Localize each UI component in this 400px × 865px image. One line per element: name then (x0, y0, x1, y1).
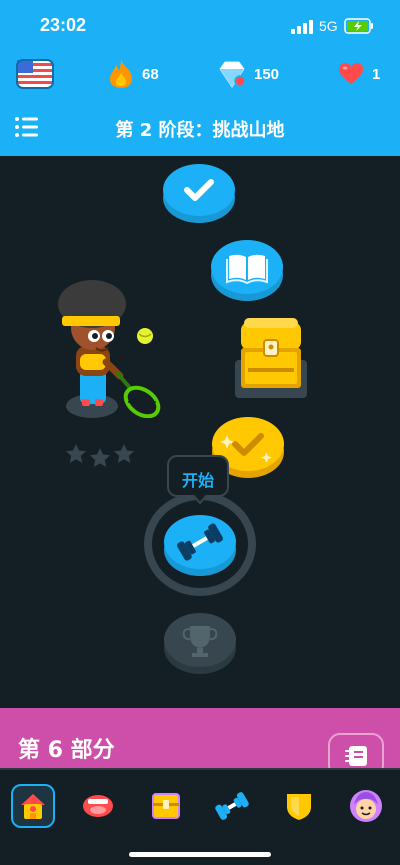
chest-icon (152, 793, 180, 819)
start-tooltip[interactable]: 开始 (167, 455, 229, 504)
hearts-counter[interactable]: 1 (338, 54, 380, 94)
learning-path (0, 156, 400, 708)
current-practice-node[interactable] (144, 492, 256, 596)
start-tooltip-label: 开始 (181, 471, 214, 490)
completed-lesson-node[interactable] (162, 160, 236, 224)
us-flag-course-icon[interactable] (16, 59, 54, 89)
shield-icon (287, 794, 311, 820)
gem-icon (219, 61, 246, 88)
heart-icon (339, 63, 363, 84)
nav-tab-profile[interactable] (344, 784, 388, 828)
profile-avatar-icon (350, 790, 382, 822)
streak-counter[interactable]: 68 (108, 54, 159, 94)
top-header: 23:02 5G 68 150 1 第 2 阶段：挑战山地 (0, 0, 400, 156)
nav-tab-treasure[interactable] (144, 784, 188, 828)
nav-tab-speaking[interactable] (76, 784, 120, 828)
story-node[interactable] (210, 236, 284, 302)
network-type: 5G (319, 18, 338, 34)
battery-charging-icon (344, 18, 373, 34)
treasure-chest-node[interactable] (234, 314, 308, 400)
mouth-icon (83, 795, 113, 817)
status-bar: 23:02 5G (0, 0, 400, 50)
streak-flame-icon (110, 60, 132, 88)
star-rating-icon (66, 444, 134, 467)
nav-tab-leagues[interactable] (277, 784, 321, 828)
unit-title: 第 2 阶段：挑战山地 (115, 120, 285, 141)
status-time: 23:02 (40, 15, 87, 35)
unit-trophy-node[interactable] (162, 606, 238, 676)
character-stars (64, 442, 136, 467)
stats-bar: 68 150 1 (0, 54, 400, 94)
chest-icon (241, 318, 301, 388)
gems-counter[interactable]: 150 (218, 54, 279, 94)
gems-count: 150 (254, 65, 280, 83)
bottom-nav (0, 768, 400, 865)
nav-tab-home[interactable] (11, 784, 55, 828)
notebook-icon (345, 746, 367, 766)
nav-tab-practice[interactable] (210, 784, 254, 828)
home-icon (21, 794, 45, 819)
unit-header: 第 2 阶段：挑战山地 (0, 102, 400, 152)
home-indicator (129, 852, 271, 857)
streak-count: 68 (142, 65, 159, 83)
dumbbell-icon (215, 792, 249, 820)
cellular-signal-icon (291, 20, 313, 34)
character-illustration (58, 280, 161, 418)
tooltip-pointer (193, 495, 207, 504)
section-title: 第 6 部分 (18, 738, 115, 763)
hearts-count: 1 (372, 65, 381, 83)
